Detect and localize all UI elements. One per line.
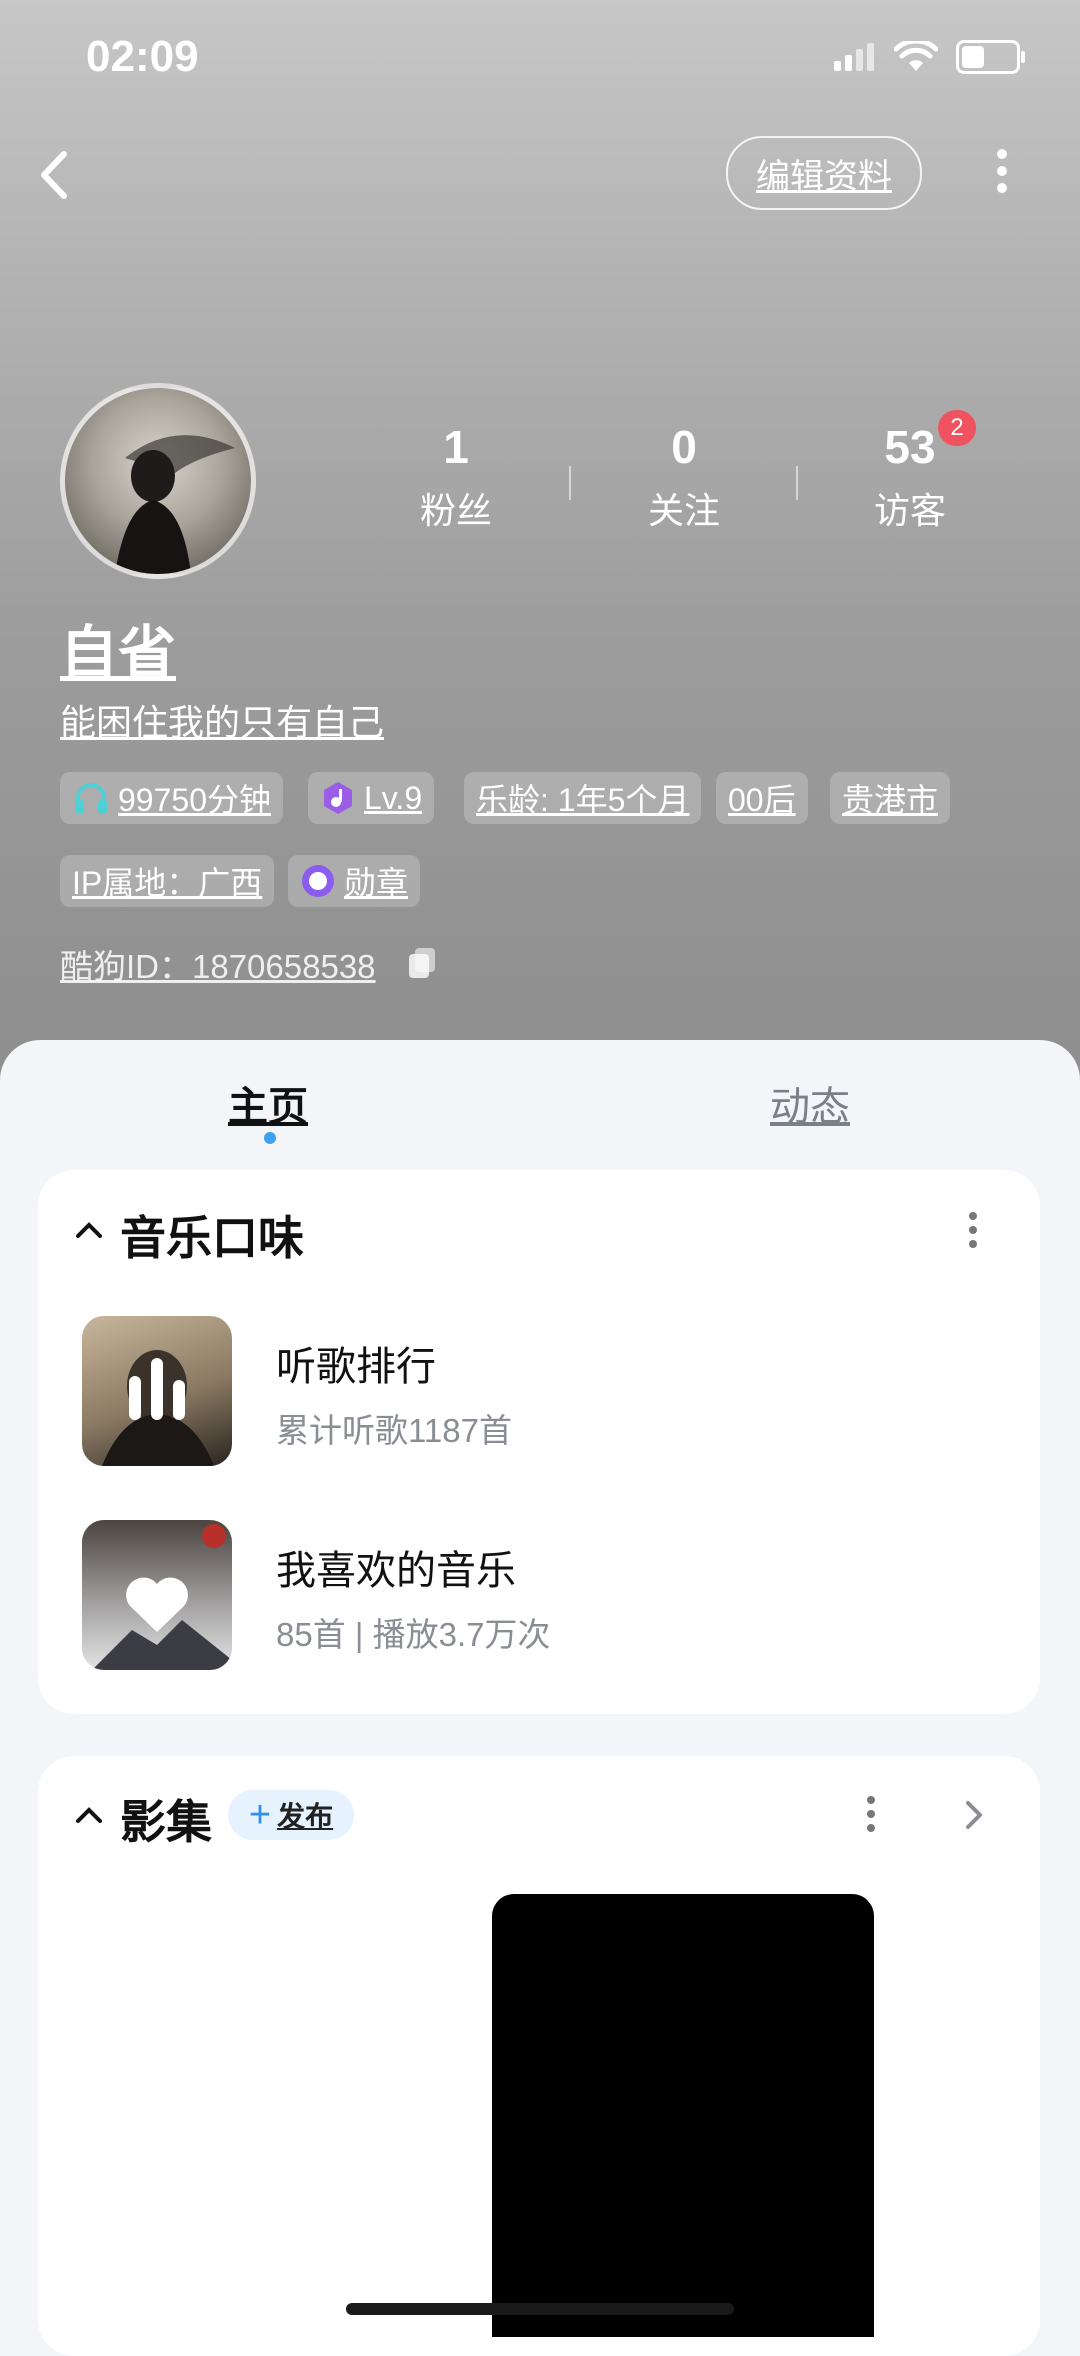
ip-location-text: IP属地：广西 xyxy=(72,865,263,901)
listen-ranking-thumbnail[interactable] xyxy=(82,1316,232,1466)
publish-button[interactable]: + 发布 xyxy=(228,1790,354,1840)
avatar-figure-image xyxy=(115,435,235,574)
following-label: 关注 xyxy=(647,490,720,531)
chevron-up-icon[interactable] xyxy=(74,1220,104,1240)
wifi-icon xyxy=(894,41,938,71)
album-more-icon[interactable] xyxy=(864,1794,878,1834)
stat-followers[interactable]: 1 粉丝 xyxy=(356,420,556,534)
chevron-up-icon[interactable] xyxy=(74,1805,104,1825)
profile-signature[interactable]: 能困住我的只有自己 xyxy=(60,694,384,746)
kugou-id: 酷狗ID：1870658538 xyxy=(60,948,376,985)
chevron-right-icon[interactable] xyxy=(962,1798,986,1832)
profile-name: 自省 xyxy=(60,621,177,686)
stat-divider xyxy=(569,466,571,500)
tag-music-age[interactable]: 乐龄: 1年5个月 xyxy=(464,772,702,824)
bars-icon xyxy=(129,1376,141,1420)
stat-visitors[interactable]: 53 访客 xyxy=(810,420,1010,534)
status-bar: 02:09 xyxy=(0,0,1080,120)
home-indicator[interactable] xyxy=(346,2303,734,2315)
following-count: 0 xyxy=(671,421,697,473)
battery-icon xyxy=(956,40,1025,74)
avatar[interactable] xyxy=(60,383,256,579)
tab-feed[interactable]: 动态 xyxy=(770,1074,850,1132)
album-title: 影集 xyxy=(120,1796,212,1848)
medal-text: 勋章 xyxy=(344,865,409,901)
music-age-text: 乐龄: 1年5个月 xyxy=(476,782,690,818)
edit-profile-button[interactable]: 编辑资料 xyxy=(726,136,922,210)
followers-count: 1 xyxy=(443,421,469,473)
status-time: 02:09 xyxy=(86,32,199,81)
level-music-icon xyxy=(320,780,356,816)
liked-music-title[interactable]: 我喜欢的音乐 xyxy=(276,1538,516,1596)
visitors-new-badge: 2 xyxy=(938,410,976,446)
status-icons xyxy=(834,40,1025,74)
tag-listen-time[interactable]: 99750分钟 xyxy=(60,772,283,824)
more-options-icon[interactable] xyxy=(980,146,1024,196)
stat-divider xyxy=(796,466,798,500)
tag-generation[interactable]: 00后 xyxy=(716,772,808,824)
visitors-count: 53 xyxy=(884,421,936,473)
plus-icon: + xyxy=(248,1794,272,1836)
tag-level[interactable]: Lv.9 xyxy=(308,772,435,824)
headphones-icon xyxy=(72,779,110,817)
tag-city[interactable]: 贵港市 xyxy=(830,772,951,824)
music-taste-more-icon[interactable] xyxy=(966,1210,980,1250)
music-taste-title: 音乐口味 xyxy=(120,1212,304,1264)
album-video-preview[interactable] xyxy=(492,1894,874,2337)
medal-icon xyxy=(300,863,336,899)
listen-ranking-title[interactable]: 听歌排行 xyxy=(276,1334,436,1392)
liked-music-thumbnail[interactable] xyxy=(82,1520,232,1670)
listen-time-text: 99750分钟 xyxy=(118,782,271,818)
listen-ranking-subtitle: 累计听歌1187首 xyxy=(276,1412,512,1449)
tag-medal[interactable]: 勋章 xyxy=(288,855,421,907)
stat-following[interactable]: 0 关注 xyxy=(584,420,784,534)
city-text: 贵港市 xyxy=(842,782,939,818)
signal-icon xyxy=(834,43,874,71)
tab-home[interactable]: 主页 xyxy=(228,1074,308,1132)
copy-icon[interactable] xyxy=(406,946,438,980)
publish-label: 发布 xyxy=(277,1801,334,1832)
back-arrow-icon[interactable] xyxy=(24,140,94,210)
active-tab-indicator xyxy=(264,1132,276,1144)
visitors-label: 访客 xyxy=(873,490,946,531)
liked-music-subtitle: 85首 | 播放3.7万次 xyxy=(276,1616,551,1653)
level-text: Lv.9 xyxy=(364,779,423,816)
tag-ip-location[interactable]: IP属地：广西 xyxy=(60,855,275,907)
followers-label: 粉丝 xyxy=(419,490,492,531)
generation-text: 00后 xyxy=(728,782,796,818)
